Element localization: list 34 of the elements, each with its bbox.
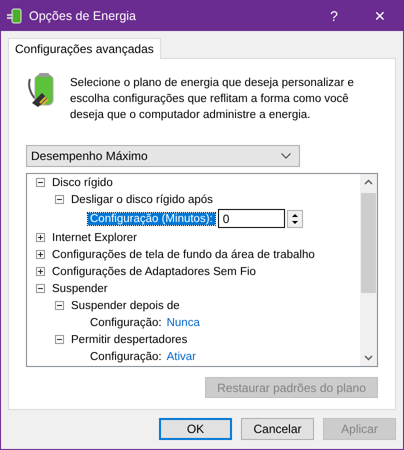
setting-value[interactable]: Nunca [166,316,200,328]
tree-item[interactable]: Configurações de Adaptadores Sem Fio [52,266,256,278]
setting-label[interactable]: Configuração (Minutos): [88,212,215,224]
setting-label[interactable]: Configuração: [90,316,162,328]
tree-item[interactable]: Suspender [52,282,108,294]
description-text: Selecione o plano de energia que deseja personalizar e escolha configurações que reflitam a forma como você deseja que o computador administre a energia. [70,76,355,123]
collapse-icon[interactable] [36,284,45,293]
window-title: Opções de Energia [29,9,138,23]
tree-item[interactable]: Internet Explorer [52,232,138,244]
close-button[interactable]: ✕ [357,1,403,31]
tree-item[interactable]: Suspender depois de [71,300,180,312]
tab[interactable]: Configurações avançadas [8,38,161,59]
dialog-button[interactable]: OK [159,418,232,440]
scrollbar[interactable] [360,174,377,366]
expand-icon[interactable] [36,267,45,276]
setting-value[interactable]: Ativar [166,350,196,362]
expand-icon[interactable] [36,250,45,259]
tree-item[interactable]: Desligar o disco rígido após [71,194,213,206]
battery-icon [7,8,23,24]
expand-icon[interactable] [36,233,45,242]
tree-item[interactable]: Permitir despertadores [71,334,188,346]
tree-item[interactable]: Disco rígido [52,176,113,188]
collapse-icon[interactable] [55,195,64,204]
minutes-field[interactable]: 0 [218,209,285,228]
plan-dropdown[interactable]: Desempenho Máximo [26,145,300,167]
dialog-button[interactable]: Cancelar [241,418,314,440]
chevron-down-icon [281,153,291,159]
collapse-icon[interactable] [55,335,64,344]
spin-button[interactable] [286,210,303,228]
collapse-icon[interactable] [55,301,64,310]
collapse-icon[interactable] [36,178,45,187]
setting-label[interactable]: Configuração: [90,350,162,362]
help-button[interactable]: ? [311,1,357,31]
tree-item[interactable]: Configurações de tela de fundo da área de trabalho [52,248,315,260]
